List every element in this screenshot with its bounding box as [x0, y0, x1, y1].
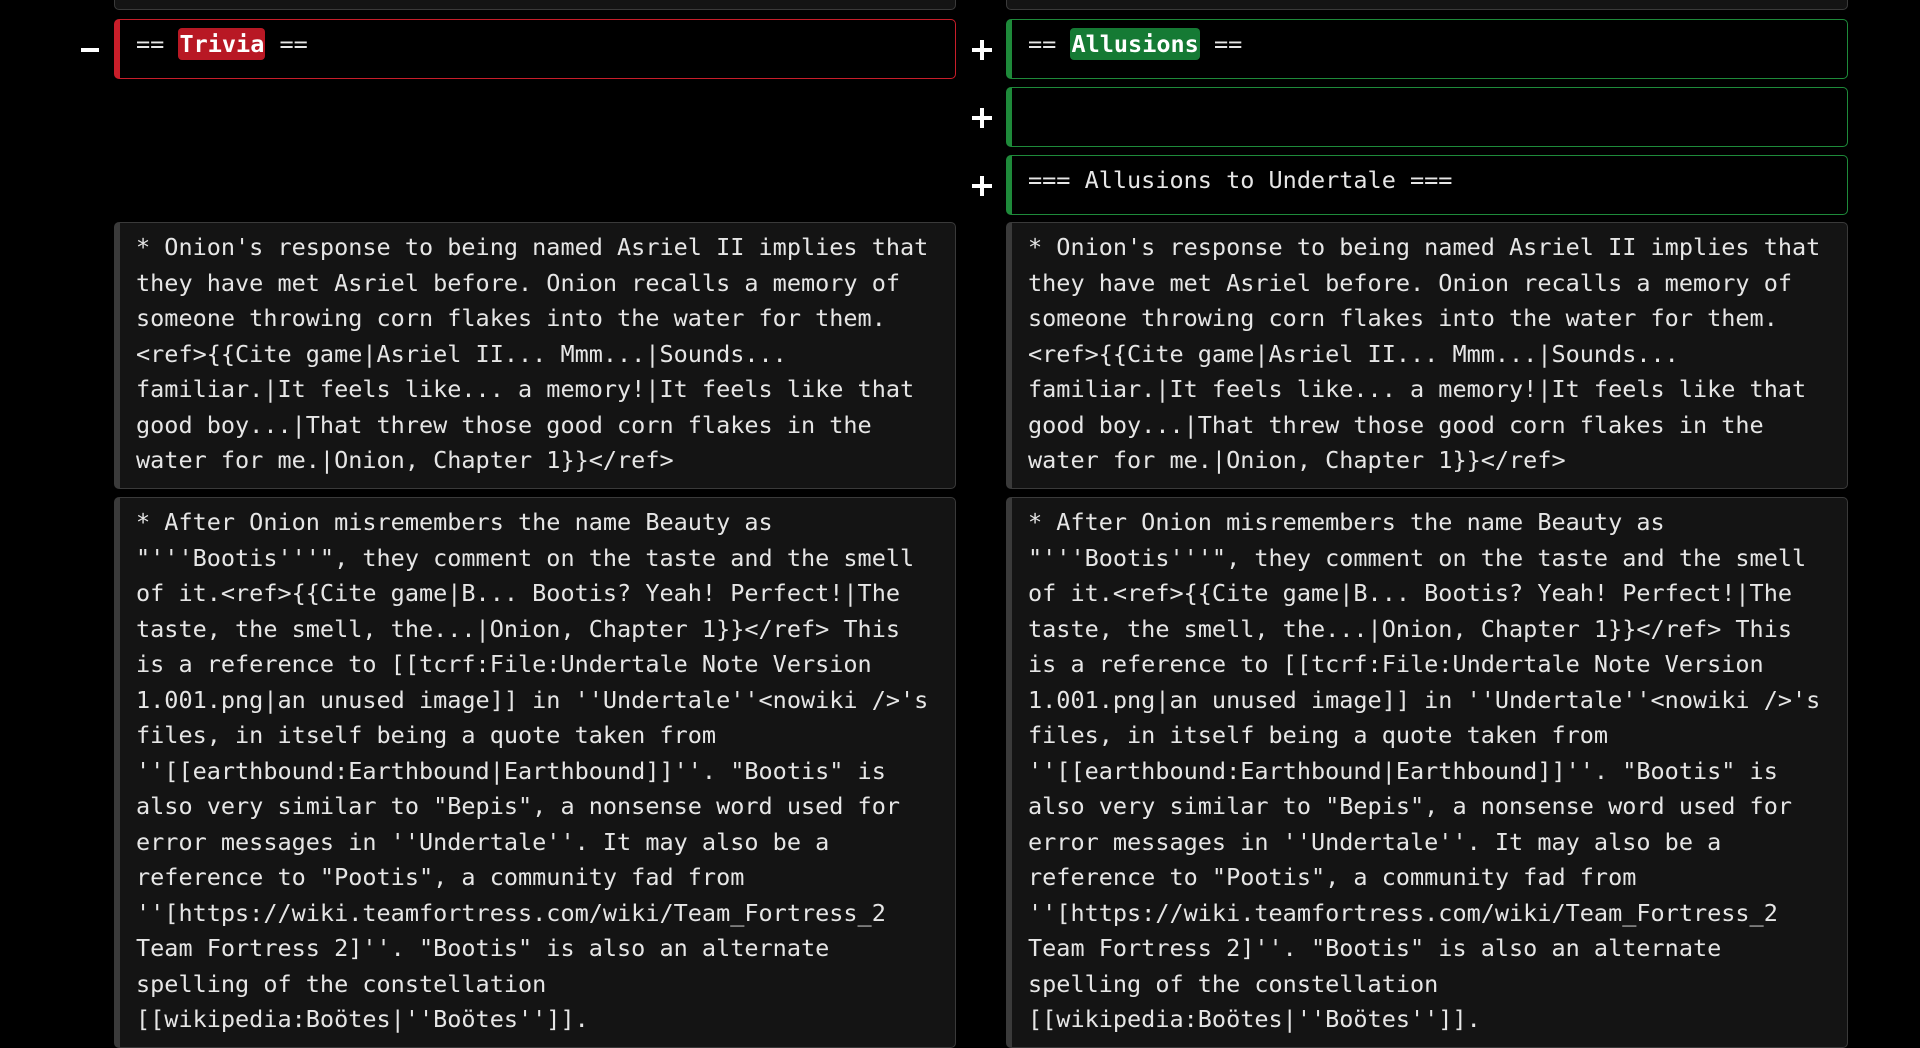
plus-icon [969, 36, 997, 64]
plus-icon [969, 104, 997, 132]
heading-suffix: == [1199, 30, 1243, 58]
context-paragraph-1-right[interactable]: * Onion's response to being named Asriel… [1006, 222, 1848, 489]
context-row-previous-right [1006, 0, 1848, 10]
heading-prefix: == [136, 30, 179, 58]
plus-icon [969, 172, 997, 200]
added-word-highlight: Allusions [1070, 28, 1200, 60]
minus-icon [78, 35, 106, 63]
context-paragraph-2-right[interactable]: * After Onion misremembers the name Beau… [1006, 497, 1848, 1048]
added-heading-line[interactable]: == Allusions == [1006, 19, 1848, 79]
context-paragraph-1-left[interactable]: * Onion's response to being named Asriel… [114, 222, 956, 489]
added-subheading-line[interactable]: === Allusions to Undertale === [1006, 155, 1848, 215]
context-row-previous-left [114, 0, 956, 10]
context-paragraph-2-left[interactable]: * After Onion misremembers the name Beau… [114, 497, 956, 1048]
added-blank-line[interactable] [1006, 87, 1848, 147]
removed-heading-line[interactable]: == Trivia == [114, 19, 956, 79]
heading-prefix: == [1028, 30, 1071, 58]
removed-word-highlight: Trivia [178, 28, 266, 60]
heading-suffix: == [265, 30, 308, 58]
